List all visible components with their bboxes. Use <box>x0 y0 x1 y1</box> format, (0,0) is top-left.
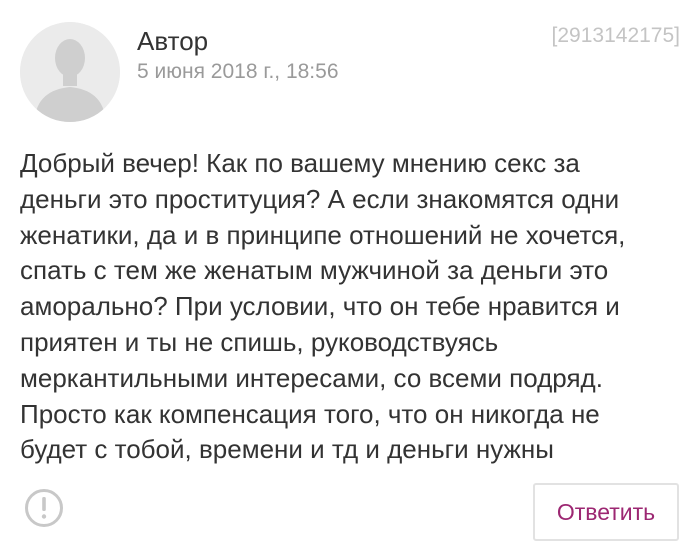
post-date: 5 июня 2018 г., 18:56 <box>137 60 339 83</box>
comment-body-line: приятен и ты не спишь, руководствуясь <box>20 326 499 357</box>
comment-body-line: спать с тем же женатым мужчиной за деньг… <box>20 255 609 286</box>
comment-body-line: женатики, да и в принципе отношений не х… <box>20 219 626 250</box>
comment-body: Добрый вечер! Как по вашему мнению секс … <box>20 146 685 468</box>
comment-body-line: меркантильными интересами, со всеми подр… <box>20 362 603 393</box>
comment-body-line: Просто как компенсация того, что он нико… <box>20 398 600 429</box>
reply-button[interactable]: Ответить <box>533 483 679 541</box>
comment-body-line: деньги это проституция? А если знакомятс… <box>20 183 620 214</box>
user-silhouette-icon <box>20 22 120 122</box>
exclamation-circle-icon[interactable] <box>24 488 64 528</box>
post-id: [2913142175] <box>551 24 680 47</box>
comment-body-line: Добрый вечер! Как по вашему мнению секс … <box>20 148 580 178</box>
author-name[interactable]: Автор <box>137 24 208 58</box>
comment-body-line: будет с тобой, времени и тд и деньги нуж… <box>20 434 554 465</box>
comment-card: Автор 5 июня 2018 г., 18:56 [2913142175]… <box>0 0 700 560</box>
comment-body-line: аморально? При условии, что он тебе нрав… <box>20 291 620 322</box>
avatar[interactable] <box>20 22 120 122</box>
